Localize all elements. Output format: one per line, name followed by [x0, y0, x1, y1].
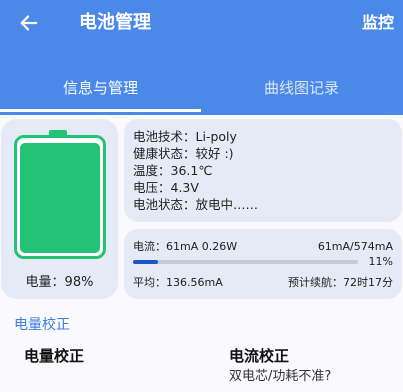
tab-chart-records[interactable]: 曲线图记录 [201, 66, 402, 110]
battery-info-card: 电池技术：Li-poly 健康状态：较好 :) 温度：36.1℃ 电压：4.3V… [124, 119, 402, 222]
charge-calibration-button[interactable]: 电量校正 [24, 346, 84, 366]
calibration-section-title: 电量校正 [14, 317, 70, 333]
average-current: 平均：136.56mA [133, 276, 223, 289]
battery-card: 电量：98% [1, 119, 118, 299]
current-progress-fill [133, 260, 158, 264]
health-status: 健康状态：较好 :) [133, 146, 234, 161]
monitor-button[interactable]: 监控 [362, 12, 394, 34]
battery-technology: 电池技术：Li-poly [133, 129, 237, 144]
current-card: 电流：61mA 0.26W 61mA/574mA 11% 平均：136.56mA… [124, 229, 402, 299]
battery-status: 电池状态：放电中…… [133, 197, 259, 212]
page-title: 电池管理 [79, 12, 151, 33]
voltage: 电压：4.3V [133, 180, 199, 195]
tab-indicator [0, 109, 201, 112]
current-ratio: 61mA/574mA [317, 240, 393, 253]
current-reading: 电流：61mA 0.26W [133, 240, 238, 253]
app-bar: 电池管理 监控 信息与管理 曲线图记录 [0, 0, 403, 115]
current-percent: 11% [368, 255, 393, 268]
back-button[interactable] [14, 8, 44, 38]
charge-level-label: 电量：98% [25, 275, 94, 290]
arrow-left-icon [20, 15, 38, 31]
current-calibration-button[interactable]: 电流校正 [229, 346, 289, 366]
current-calibration-subtitle: 双电芯/功耗不准? [229, 369, 332, 384]
battery-icon [14, 135, 106, 259]
current-progress-bar [133, 260, 358, 264]
estimated-endurance: 预计续航：72时17分 [288, 276, 393, 289]
battery-level-fill [20, 143, 100, 253]
temperature: 温度：36.1℃ [133, 163, 213, 178]
tab-info-management[interactable]: 信息与管理 [0, 66, 201, 110]
